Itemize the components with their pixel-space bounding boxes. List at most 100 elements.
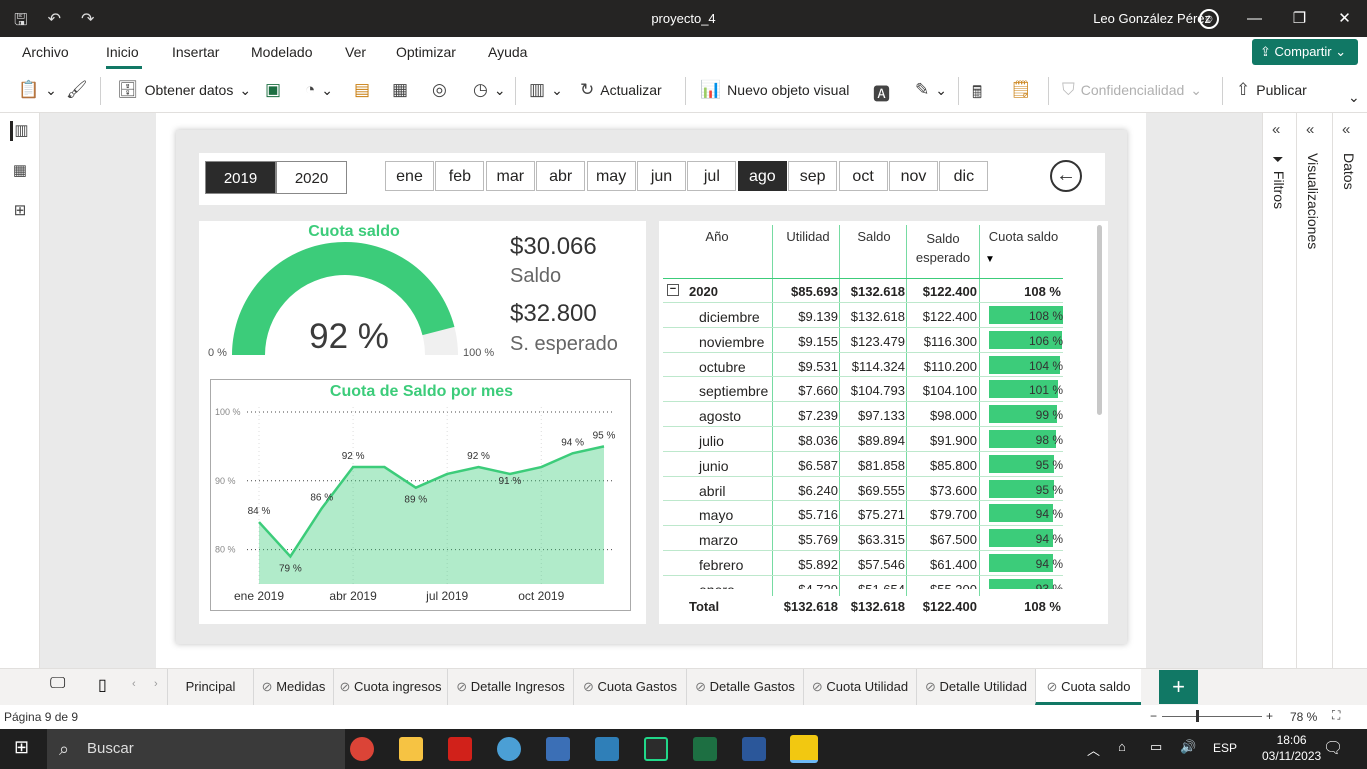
clock[interactable]: 18:06 03/11/2023 [1262, 732, 1321, 764]
chevron-left-icon[interactable]: « [1306, 121, 1314, 138]
page-tab[interactable]: ⊘ Detalle Gastos [686, 669, 803, 705]
notifications-icon[interactable]: 🗨 [1323, 738, 1343, 758]
windows-start-icon[interactable]: ⊞ [14, 737, 29, 758]
table-row[interactable]: septiembre $7.660 $104.793 $104.100 101 % [663, 376, 1063, 401]
save-icon[interactable]: 🖫 [14, 9, 28, 36]
new-measure-button[interactable]: 🖩 [972, 80, 982, 109]
page-tab[interactable]: ⊘ Detalle Utilidad [916, 669, 1035, 705]
table-row[interactable]: agosto $7.239 $97.133 $98.000 99 % [663, 401, 1063, 426]
zoom-slider[interactable] [1162, 716, 1262, 717]
month-slicer-feb[interactable]: feb [435, 161, 485, 191]
new-visual-button[interactable]: 📊 Nuevo objeto visual [700, 80, 849, 100]
collapse-ribbon-button[interactable]: ⌄ [1348, 89, 1360, 106]
chevron-up-icon[interactable]: ︿ [1087, 740, 1100, 759]
excel-app-icon[interactable] [693, 737, 717, 761]
chevron-left-icon[interactable]: « [1272, 121, 1280, 138]
table-row[interactable]: abril $6.240 $69.555 $73.600 95 % [663, 475, 1063, 501]
table-row[interactable]: enero $4.729$51.654$55.300 93 % [663, 574, 1063, 589]
page-tab[interactable]: ⊘ Cuota saldo [1035, 669, 1141, 705]
table-row[interactable]: mayo $5.716 $75.271 $79.700 94 % [663, 500, 1063, 525]
user-name[interactable]: Leo González Pérez [1093, 11, 1211, 26]
maximize-icon[interactable]: ❐ [1277, 0, 1322, 37]
page-tab[interactable]: ⊘ Medidas [253, 669, 333, 705]
word-app-icon[interactable] [742, 737, 766, 761]
text-box-button[interactable]: 🅰 [873, 80, 890, 105]
menu-inicio[interactable]: Inicio [106, 44, 139, 60]
format-painter-button[interactable]: 🖌 [66, 80, 88, 100]
zoom-in-icon[interactable]: + [1266, 709, 1273, 723]
close-icon[interactable]: ✕ [1322, 0, 1367, 37]
month-slicer-dic[interactable]: dic [939, 161, 989, 191]
header-saldo[interactable]: Saldo [841, 229, 907, 244]
month-slicer-jul[interactable]: jul [687, 161, 737, 191]
menu-modelado[interactable]: Modelado [251, 44, 313, 60]
visualizations-pane[interactable]: « Visualizaciones [1296, 113, 1330, 668]
menu-insertar[interactable]: Insertar [172, 44, 219, 60]
month-slicer-sep[interactable]: sep [788, 161, 838, 191]
pycharm-icon[interactable] [644, 737, 668, 761]
desktop-layout-icon[interactable]: 🖵 [50, 675, 65, 693]
paint-icon[interactable] [497, 737, 521, 761]
month-slicer-ene[interactable]: ene [385, 161, 434, 191]
menu-optimizar[interactable]: Optimizar [396, 44, 456, 60]
paste-button[interactable]: 📋 ⌄ [18, 80, 57, 100]
transform-button[interactable]: ▥ ⌄ [529, 80, 563, 100]
volume-icon[interactable]: 🔊 [1180, 739, 1196, 755]
month-slicer-mar[interactable]: mar [485, 161, 535, 191]
scroll-left-icon[interactable]: ‹ [132, 678, 136, 690]
avatar-icon[interactable]: ☺ [1199, 9, 1219, 29]
powerbi-app-icon[interactable] [790, 735, 818, 763]
table-scrollbar[interactable] [1097, 225, 1102, 415]
network-icon[interactable]: ⌂ [1118, 739, 1126, 754]
get-data-button[interactable]: 🗄 Obtener datos ⌄ [117, 80, 251, 100]
table-row[interactable]: marzo $5.769 $63.315 $67.500 94 % [663, 525, 1063, 550]
language-indicator[interactable]: ESP [1213, 741, 1237, 755]
more-visuals-button[interactable]: ✎ ⌄ [915, 80, 947, 100]
back-arrow-icon[interactable]: ← [1050, 160, 1082, 192]
share-button[interactable]: ⇪ Compartir ⌄ [1252, 39, 1358, 65]
page-tab[interactable]: ⊘ Cuota Gastos [573, 669, 686, 705]
battery-icon[interactable]: ▭ [1150, 739, 1162, 755]
page-tab[interactable]: ⊘ Cuota Utilidad [803, 669, 916, 705]
table-row[interactable]: julio $8.036 $89.894 $91.900 98 % [663, 426, 1063, 451]
table-view-icon[interactable]: ▦ [10, 161, 30, 181]
publish-button[interactable]: ⇧ Publicar [1236, 80, 1307, 100]
header-saldo-esperado[interactable]: Saldo esperado [909, 229, 977, 267]
data-pane[interactable]: « Datos [1332, 113, 1366, 668]
report-view-icon[interactable]: ▥ [10, 121, 30, 141]
minimize-icon[interactable]: — [1232, 0, 1277, 37]
header-utilidad[interactable]: Utilidad [773, 229, 843, 244]
photos-icon[interactable] [546, 737, 570, 761]
fit-page-icon[interactable]: ⛶ [1332, 708, 1340, 723]
collapse-icon[interactable]: − [667, 284, 679, 296]
file-explorer-icon[interactable] [399, 737, 423, 761]
page-tab[interactable]: ⊘ Detalle Ingresos [447, 669, 573, 705]
month-slicer-may[interactable]: may [586, 161, 636, 191]
page-tab[interactable]: Principal [167, 669, 253, 705]
header-year[interactable]: Año [677, 229, 757, 244]
table-row[interactable]: junio $6.587 $81.858 $85.800 95 % [663, 450, 1063, 476]
menu-ayuda[interactable]: Ayuda [488, 44, 527, 60]
taskbar-search[interactable]: ⌕ Buscar [47, 729, 345, 769]
chrome-icon[interactable] [350, 737, 374, 761]
year-slicer-2019[interactable]: 2019 [205, 161, 276, 194]
undo-icon[interactable]: ↶ [48, 9, 61, 36]
zoom-slider-thumb[interactable] [1196, 710, 1199, 722]
year-slicer-2020[interactable]: 2020 [276, 161, 347, 194]
menu-archivo[interactable]: Archivo [22, 44, 69, 60]
month-slicer-abr[interactable]: abr [536, 161, 586, 191]
redo-icon[interactable]: ↷ [81, 9, 94, 36]
dataverse-button[interactable]: ◎ [432, 80, 447, 100]
mobile-layout-icon[interactable]: ▯ [98, 675, 107, 695]
sql-button[interactable]: ▤ [354, 80, 370, 100]
add-page-button[interactable]: + [1159, 670, 1198, 704]
page-tab[interactable]: ⊘ Cuota ingresos [333, 669, 447, 705]
datahub-button[interactable]: ◔ ⌄ [305, 80, 333, 100]
table-row[interactable]: noviembre $9.155 $123.479 $116.300 106 % [663, 326, 1063, 352]
model-view-icon[interactable]: ⊞ [10, 201, 30, 221]
enter-data-button[interactable]: ▦ [392, 80, 408, 100]
month-slicer-oct[interactable]: oct [838, 161, 888, 191]
excel-button[interactable]: ▣ [265, 80, 281, 100]
refresh-button[interactable]: ↻ Actualizar [580, 80, 662, 100]
header-cuota-saldo[interactable]: Cuota saldo [981, 229, 1066, 244]
